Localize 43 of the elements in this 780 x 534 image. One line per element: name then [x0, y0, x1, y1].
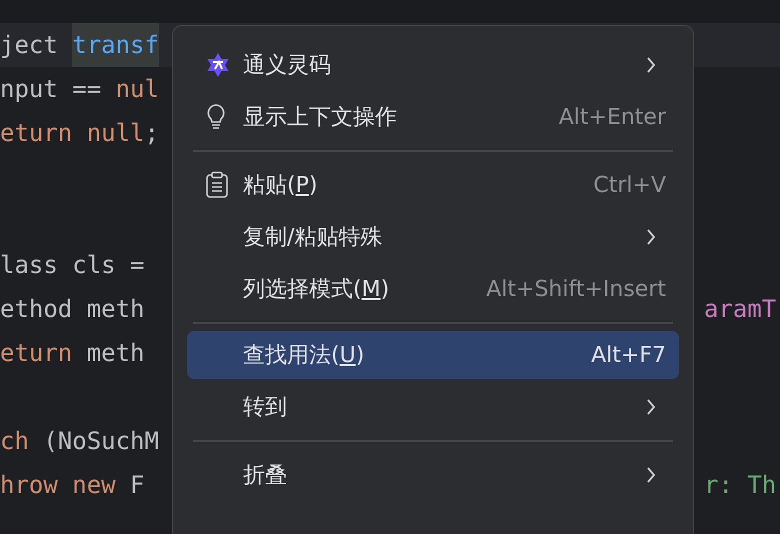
string-text: r: Th	[704, 470, 776, 501]
code-text: lass cls =	[0, 250, 146, 281]
shortcut-text: Ctrl+V	[593, 172, 666, 198]
code-text: nput ==	[0, 74, 102, 105]
menu-item[interactable]: 转到	[187, 381, 679, 433]
keyword-text: ch	[0, 426, 29, 457]
code-text: F	[129, 470, 144, 501]
shortcut-text: Alt+Enter	[558, 104, 666, 130]
menu-item[interactable]: 折叠	[187, 449, 679, 501]
menu-item-label: 查找用法(U)	[243, 342, 366, 370]
keyword-text: hrow new	[0, 470, 116, 501]
code-text: (NoSuchM	[42, 426, 159, 457]
menu-item-label: 通义灵码	[243, 52, 332, 80]
menu-item-label: 转到	[243, 394, 288, 422]
menu-item[interactable]: 复制/粘贴特殊	[187, 211, 679, 263]
chevron-right-icon	[646, 398, 656, 416]
identifier-text: aramT	[704, 294, 776, 325]
selected-method-name: transf	[72, 23, 159, 67]
clipboard-icon	[205, 171, 229, 199]
lightbulb-icon	[205, 103, 227, 131]
menu-item[interactable]: 显示上下文操作 Alt+Enter	[187, 91, 679, 143]
menu-item-label: 复制/粘贴特殊	[243, 224, 384, 252]
keyword-text: eturn null	[0, 118, 144, 149]
menu-item-label: 折叠	[243, 462, 288, 490]
chevron-right-icon	[646, 228, 656, 246]
menu-item-label: 列选择模式(M)	[243, 276, 390, 304]
menu-item[interactable]: 查找用法(U) Alt+F7	[187, 331, 679, 379]
keyword-text: eturn	[0, 338, 72, 369]
star-logo-icon	[205, 52, 231, 78]
menu-item-label: 显示上下文操作	[243, 104, 398, 132]
menu-item[interactable]: 粘贴(P) Ctrl+V	[187, 159, 679, 211]
menu-item-label: 粘贴(P)	[243, 172, 318, 200]
code-text: ject	[0, 30, 59, 61]
shortcut-text: Alt+Shift+Insert	[486, 276, 666, 302]
code-text: ;	[144, 118, 159, 149]
chevron-right-icon	[646, 56, 656, 74]
chevron-right-icon	[646, 466, 656, 484]
menu-item[interactable]: 列选择模式(M) Alt+Shift+Insert	[187, 263, 679, 315]
keyword-text: nul	[116, 74, 159, 105]
menu-item[interactable]: 通义灵码	[187, 39, 679, 91]
code-text: ethod meth	[0, 294, 144, 325]
code-text: meth	[86, 338, 144, 369]
shortcut-text: Alt+F7	[591, 342, 666, 368]
